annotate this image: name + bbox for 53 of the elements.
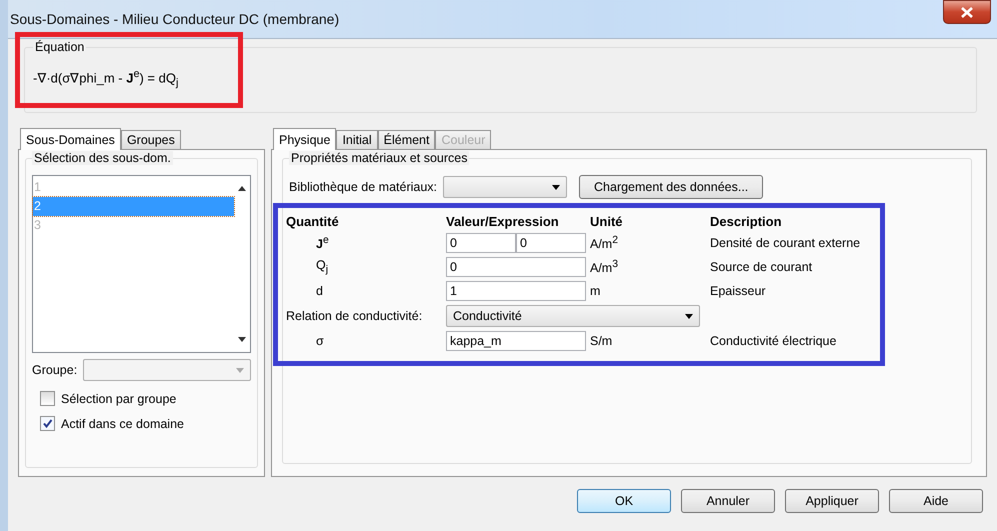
value-field[interactable]: 0 (516, 233, 586, 253)
up-arrow-icon (238, 186, 246, 191)
tab[interactable]: Physique (273, 128, 336, 150)
close-button[interactable] (943, 0, 991, 24)
unit-text: m (590, 284, 602, 298)
value-field[interactable]: 1 (446, 281, 586, 301)
value-field[interactable]: 0 (446, 257, 586, 277)
tab[interactable]: Sous-Domaines (20, 128, 121, 150)
description-text: Source de courant (710, 260, 814, 274)
down-arrow-icon (238, 337, 246, 342)
column-header: Valeur/Expression (446, 214, 560, 229)
quantity-symbol: J$^{e}$ (315, 234, 330, 252)
caret-icon (236, 368, 244, 372)
unit-text: A/m$^{3}$ (590, 258, 620, 276)
dialog-button[interactable]: Aide (889, 489, 983, 513)
checkbox-label: Sélection par groupe (61, 392, 176, 406)
conductivity-dropdown[interactable]: Conductivité (446, 305, 700, 327)
value-field[interactable]: 0 (446, 233, 516, 253)
unit-text: S/m (590, 334, 614, 348)
dialog-button[interactable]: OK (577, 489, 671, 513)
dialog-button[interactable]: Annuler (681, 489, 775, 513)
caret-icon (685, 314, 693, 318)
library-dropdown[interactable] (443, 176, 568, 198)
tab[interactable]: Groupes (120, 130, 181, 149)
checkbox[interactable] (40, 391, 55, 406)
window-title: Sous-Domaines - Milieu Conducteur DC (membrane) (10, 11, 340, 27)
description-text: Densité de courant externe (710, 236, 862, 250)
load-data-button[interactable]: Chargement des données... (579, 175, 764, 199)
tab[interactable]: Initial (336, 130, 378, 149)
quantity-symbol: d (315, 284, 324, 298)
value-field[interactable]: kappa_m (446, 331, 586, 351)
quantity-symbol: Q$_{j}$ (315, 258, 330, 276)
field-label: Relation de conductivité: (286, 309, 424, 323)
group-legend: Propriétés matériaux et sources (289, 151, 470, 165)
column-header: Unité (590, 214, 624, 229)
field-label: Groupe: (32, 363, 78, 377)
tab[interactable]: Élément (378, 130, 436, 149)
field-label: Bibliothèque de matériaux: (289, 180, 438, 194)
unit-text: A/m$^{2}$ (590, 234, 620, 252)
checkbox-label: Actif dans ce domaine (61, 416, 184, 430)
group-legend: Équation (33, 40, 86, 54)
group-dropdown[interactable] (83, 359, 251, 381)
column-header: Description (710, 214, 783, 229)
checkbox[interactable] (40, 416, 55, 431)
column-header: Quantité (286, 214, 340, 229)
equation-formula: -∇·d(σ∇phi_m - J$^{e}$) = dQ$_{j}$ (33, 68, 180, 89)
description-text: Conductivité électrique (710, 334, 838, 348)
quantity-symbol: σ (315, 334, 325, 348)
group-legend: Sélection des sous-dom. (32, 151, 173, 165)
description-text: Epaisseur (710, 284, 767, 298)
close-icon (960, 6, 974, 18)
caret-icon (552, 184, 560, 190)
dialog-button[interactable]: Appliquer (785, 489, 879, 513)
